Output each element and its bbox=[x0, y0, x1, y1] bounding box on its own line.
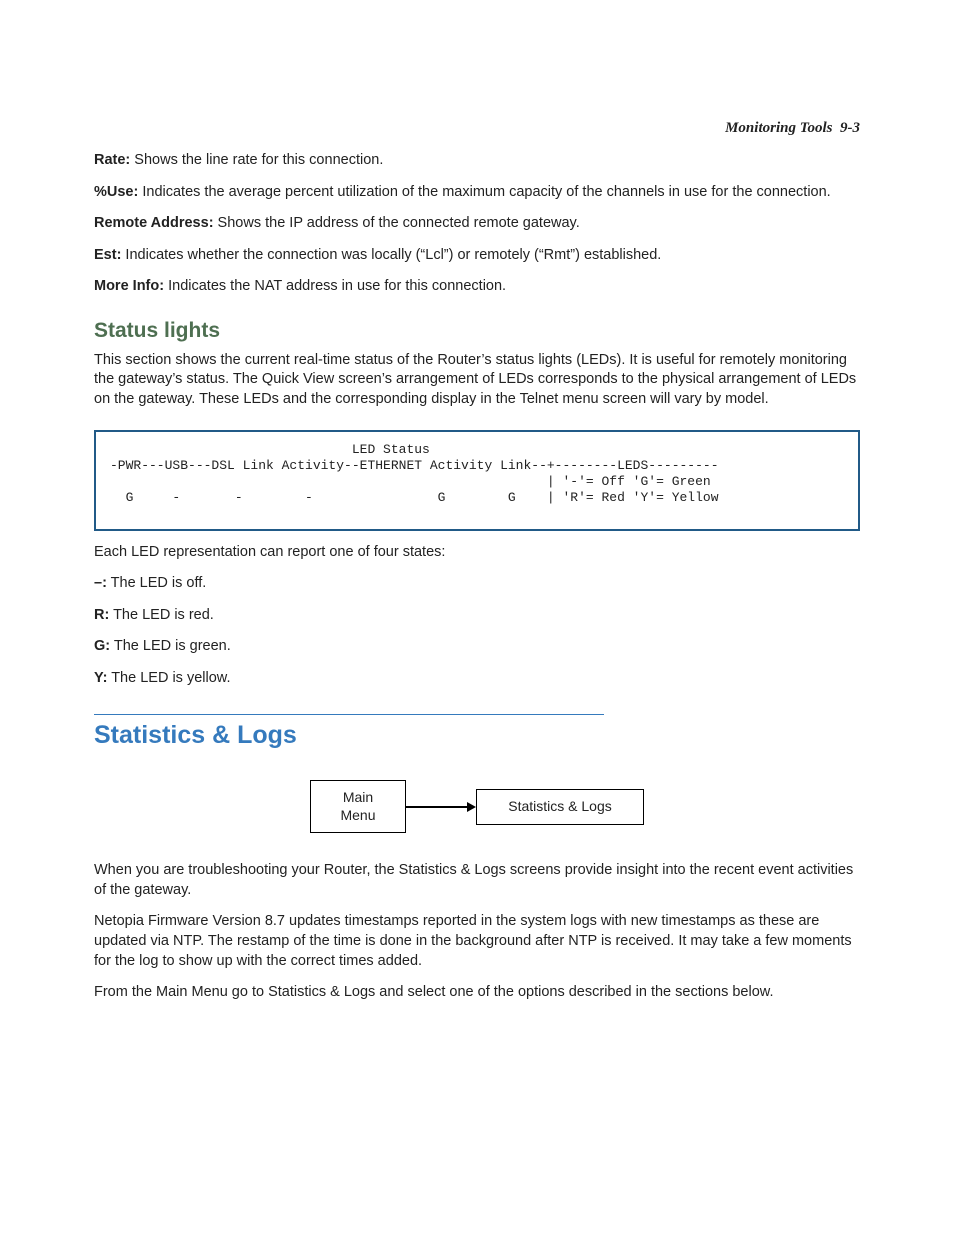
def-moreinfo-label: More Info: bbox=[94, 278, 164, 294]
nav-from-line2: Menu bbox=[340, 807, 375, 823]
def-rate-text: Shows the line rate for this connection. bbox=[130, 152, 383, 168]
led-state-green-label: G: bbox=[94, 638, 110, 654]
def-est-text: Indicates whether the connection was loc… bbox=[121, 247, 661, 263]
led-state-off: –: The LED is off. bbox=[94, 574, 860, 594]
stats-logs-para1: When you are troubleshooting your Router… bbox=[94, 861, 860, 900]
led-state-off-label: –: bbox=[94, 575, 107, 591]
def-est: Est: Indicates whether the connection wa… bbox=[94, 246, 860, 266]
led-state-yellow: Y: The LED is yellow. bbox=[94, 669, 860, 689]
def-est-label: Est: bbox=[94, 247, 121, 263]
def-use-text: Indicates the average percent utilizatio… bbox=[138, 184, 830, 200]
page-header: Monitoring Tools 9-3 bbox=[94, 120, 860, 137]
led-state-red: R: The LED is red. bbox=[94, 606, 860, 626]
header-title: Monitoring Tools bbox=[725, 120, 832, 136]
led-state-yellow-text: The LED is yellow. bbox=[107, 670, 230, 686]
nav-box-stats-logs: Statistics & Logs bbox=[476, 789, 644, 825]
def-more-info: More Info: Indicates the NAT address in … bbox=[94, 277, 860, 297]
section-divider bbox=[94, 714, 604, 715]
led-state-green-text: The LED is green. bbox=[110, 638, 231, 654]
status-lights-heading: Status lights bbox=[94, 319, 860, 343]
def-remaddr-label: Remote Address: bbox=[94, 215, 214, 231]
status-lights-para: This section shows the current real-time… bbox=[94, 351, 860, 410]
nav-diagram: Main Menu Statistics & Logs bbox=[94, 780, 860, 833]
def-moreinfo-text: Indicates the NAT address in use for thi… bbox=[164, 278, 506, 294]
stats-logs-para3: From the Main Menu go to Statistics & Lo… bbox=[94, 983, 860, 1003]
def-rate: Rate: Shows the line rate for this conne… bbox=[94, 151, 860, 171]
arrow-icon bbox=[406, 797, 476, 817]
nav-from-line1: Main bbox=[343, 789, 373, 805]
led-state-yellow-label: Y: bbox=[94, 670, 107, 686]
led-state-red-text: The LED is red. bbox=[109, 607, 214, 623]
def-use: %Use: Indicates the average percent util… bbox=[94, 183, 860, 203]
led-state-red-label: R: bbox=[94, 607, 109, 623]
led-state-green: G: The LED is green. bbox=[94, 637, 860, 657]
def-rate-label: Rate: bbox=[94, 152, 130, 168]
header-page: 9-3 bbox=[840, 120, 860, 136]
led-states-intro: Each LED representation can report one o… bbox=[94, 543, 860, 563]
led-status-box: LED Status -PWR---USB---DSL Link Activit… bbox=[94, 430, 860, 531]
nav-to: Statistics & Logs bbox=[508, 798, 612, 814]
def-remote-address: Remote Address: Shows the IP address of … bbox=[94, 214, 860, 234]
stats-logs-para2: Netopia Firmware Version 8.7 updates tim… bbox=[94, 912, 860, 971]
nav-box-main-menu: Main Menu bbox=[310, 780, 406, 833]
led-state-off-text: The LED is off. bbox=[107, 575, 206, 591]
def-remaddr-text: Shows the IP address of the connected re… bbox=[214, 215, 580, 231]
def-use-label: %Use: bbox=[94, 184, 138, 200]
statistics-logs-heading: Statistics & Logs bbox=[94, 721, 860, 750]
